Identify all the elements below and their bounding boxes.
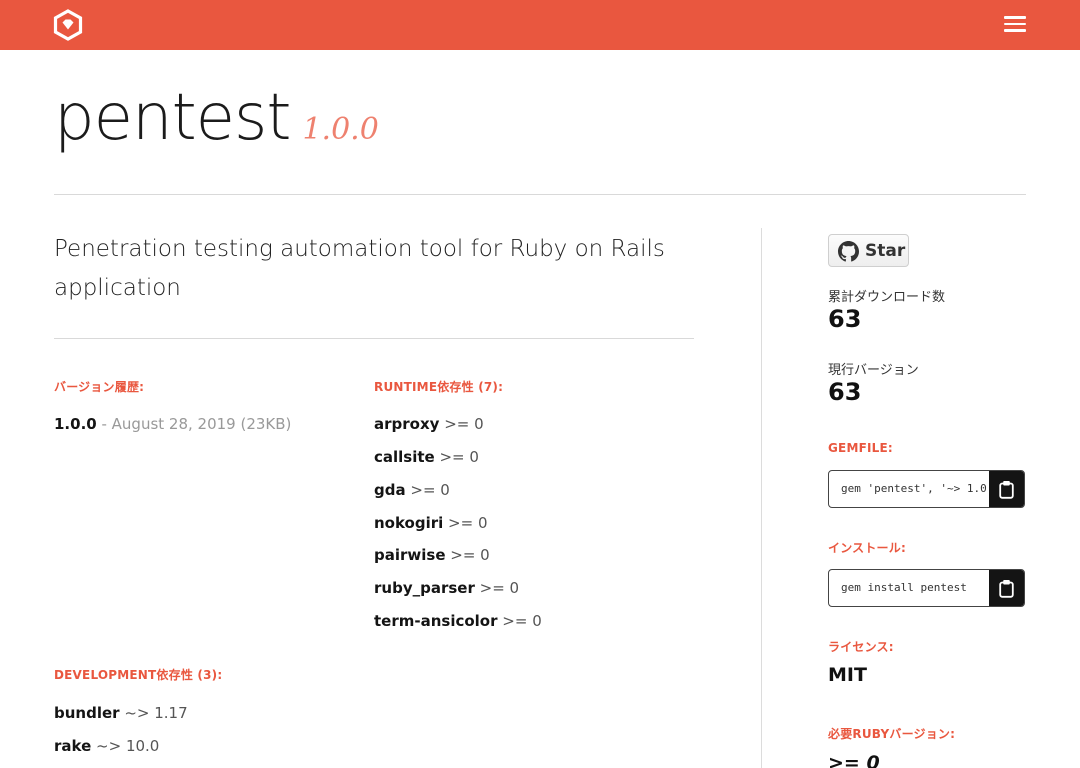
dependency-requirement: >= 0: [443, 514, 488, 532]
install-code[interactable]: gem install pentest: [841, 581, 993, 594]
total-downloads-count: 63: [828, 305, 862, 333]
development-dependency: bundler ~> 1.17: [54, 704, 188, 722]
github-star-button[interactable]: Star: [828, 234, 909, 267]
runtime-dependency: gda >= 0: [374, 481, 450, 499]
runtime-dependency: term-ansicolor >= 0: [374, 612, 542, 630]
column-separator: [761, 228, 762, 768]
runtime-dependency: callsite >= 0: [374, 448, 479, 466]
dependency-requirement: >= 0: [497, 612, 542, 630]
development-dependencies-label: DEVELOPMENT依存性 (3):: [54, 668, 223, 682]
dependency-link[interactable]: bundler: [54, 704, 120, 722]
install-code-box[interactable]: gem install pentest: [828, 569, 1025, 607]
star-label: Star: [865, 241, 906, 261]
dependency-link[interactable]: ruby_parser: [374, 579, 475, 597]
gemfile-label: GEMFILE:: [828, 441, 893, 455]
description-divider: [54, 338, 694, 339]
version-meta: - August 28, 2019 (23KB): [96, 415, 292, 433]
version-list-item: 1.0.0 - August 28, 2019 (23KB): [54, 415, 291, 433]
ruby-version-value: >= 0: [828, 752, 880, 768]
copy-gemfile-button[interactable]: [989, 471, 1024, 507]
dependency-link[interactable]: gda: [374, 481, 406, 499]
runtime-dependency: nokogiri >= 0: [374, 514, 488, 532]
dependency-requirement: >= 0: [439, 415, 484, 433]
versions-label: バージョン履歴:: [54, 380, 145, 394]
runtime-dependency: ruby_parser >= 0: [374, 579, 519, 597]
dependency-link[interactable]: arproxy: [374, 415, 439, 433]
license-value: MIT: [828, 664, 867, 686]
dependency-link[interactable]: nokogiri: [374, 514, 443, 532]
runtime-dependencies-label: RUNTIME依存性 (7):: [374, 380, 504, 394]
dependency-requirement: >= 0: [474, 579, 520, 597]
dependency-link[interactable]: pairwise: [374, 546, 446, 564]
dependency-link[interactable]: callsite: [374, 448, 435, 466]
page-title: pentest 1.0.0: [54, 86, 379, 150]
gemfile-code[interactable]: gem 'pentest', '~> 1.0': [841, 482, 993, 495]
development-dependency: rake ~> 10.0: [54, 737, 159, 755]
hamburger-menu-icon[interactable]: [1002, 13, 1028, 35]
copy-install-button[interactable]: [989, 570, 1024, 606]
dependency-requirement: >= 0: [405, 481, 450, 499]
gem-name: pentest: [54, 81, 291, 155]
clipboard-icon: [999, 580, 1014, 598]
current-version-label: 現行バージョン: [828, 363, 919, 378]
dependency-requirement: ~> 10.0: [91, 737, 160, 755]
ruby-version-label: 必要RUBYバージョン:: [828, 727, 956, 741]
clipboard-icon: [999, 481, 1014, 499]
github-icon: [838, 241, 859, 262]
dependency-requirement: >= 0: [434, 448, 479, 466]
current-version-downloads-count: 63: [828, 378, 862, 406]
total-downloads-label: 累計ダウンロード数: [828, 290, 946, 305]
install-label: インストール:: [828, 541, 906, 555]
rubygems-logo-icon[interactable]: [52, 9, 84, 41]
runtime-dependency: pairwise >= 0: [374, 546, 490, 564]
dependency-requirement: >= 0: [445, 546, 490, 564]
gemfile-code-box[interactable]: gem 'pentest', '~> 1.0': [828, 470, 1025, 508]
dependency-requirement: ~> 1.17: [119, 704, 188, 722]
dependency-link[interactable]: term-ansicolor: [374, 612, 498, 630]
runtime-dependency: arproxy >= 0: [374, 415, 484, 433]
gem-description: Penetration testing automation tool for …: [54, 236, 665, 301]
header-bar: [0, 0, 1080, 50]
gem-version: 1.0.0: [302, 112, 379, 147]
dependency-link[interactable]: rake: [54, 737, 91, 755]
title-divider: [54, 194, 1026, 195]
license-label: ライセンス:: [828, 640, 894, 654]
version-link[interactable]: 1.0.0: [54, 415, 97, 433]
